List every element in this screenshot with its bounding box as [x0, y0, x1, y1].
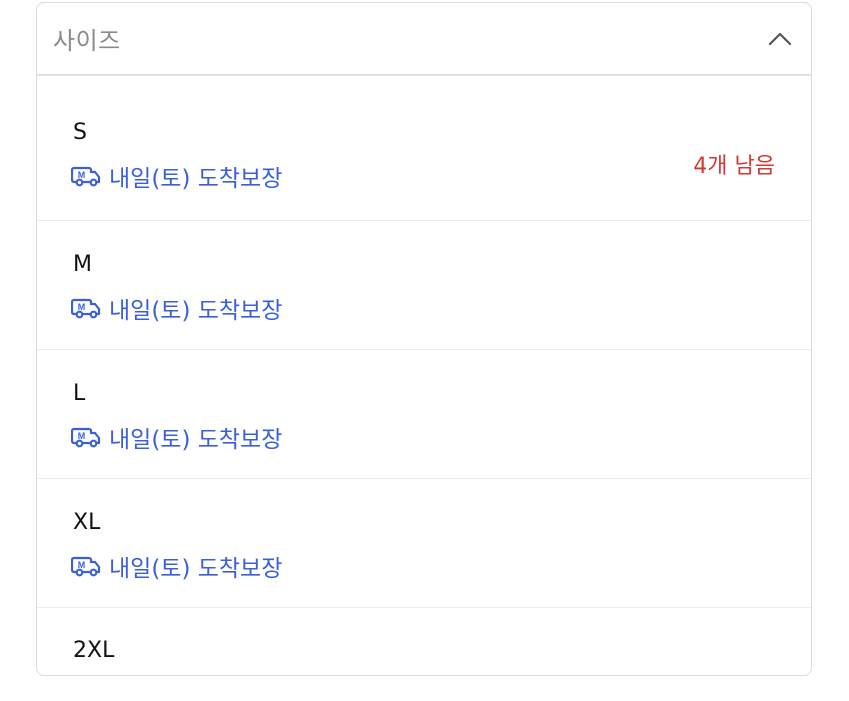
truck-icon: M: [71, 166, 101, 187]
size-select-placeholder: 사이즈: [53, 27, 121, 55]
page: 사이즈 S M 내일(토) 도착보장 4개 남음 M M 내일(토) 도착보장 …: [0, 0, 849, 701]
truck-icon: M: [71, 427, 101, 448]
delivery-text: 내일(토) 도착보장: [109, 427, 283, 453]
option-size-label: L: [73, 381, 86, 406]
delivery-guarantee: M 내일(토) 도착보장: [71, 291, 282, 325]
option-size-label: S: [73, 120, 87, 145]
size-option-l[interactable]: L M 내일(토) 도착보장: [37, 350, 811, 479]
size-option-xl[interactable]: XL M 내일(토) 도착보장: [37, 479, 811, 608]
delivery-text: 내일(토) 도착보장: [109, 298, 283, 324]
svg-text:M: M: [78, 302, 86, 312]
svg-text:M: M: [78, 431, 86, 441]
option-size-label: M: [73, 252, 92, 277]
svg-text:M: M: [78, 170, 86, 180]
size-select: 사이즈 S M 내일(토) 도착보장 4개 남음 M M 내일(토) 도착보장 …: [36, 2, 812, 676]
delivery-guarantee: M 내일(토) 도착보장: [71, 549, 282, 583]
truck-icon: M: [71, 298, 101, 319]
size-option-s[interactable]: S M 내일(토) 도착보장 4개 남음: [37, 76, 811, 221]
delivery-guarantee: M 내일(토) 도착보장: [71, 159, 282, 193]
option-size-label: XL: [73, 510, 101, 535]
size-select-header[interactable]: 사이즈: [37, 3, 811, 76]
option-size-label: 2XL: [73, 638, 115, 663]
delivery-text: 내일(토) 도착보장: [109, 166, 283, 192]
stock-remaining-badge: 4개 남음: [693, 154, 775, 179]
truck-icon: M: [71, 556, 101, 577]
size-option-list: S M 내일(토) 도착보장 4개 남음 M M 내일(토) 도착보장 L M …: [37, 76, 811, 675]
chevron-up-icon[interactable]: [767, 27, 793, 53]
delivery-guarantee: M 내일(토) 도착보장: [71, 420, 282, 454]
size-option-m[interactable]: M M 내일(토) 도착보장: [37, 221, 811, 350]
svg-text:M: M: [78, 560, 86, 570]
size-option-2xl[interactable]: 2XL: [37, 608, 811, 675]
delivery-text: 내일(토) 도착보장: [109, 556, 283, 582]
